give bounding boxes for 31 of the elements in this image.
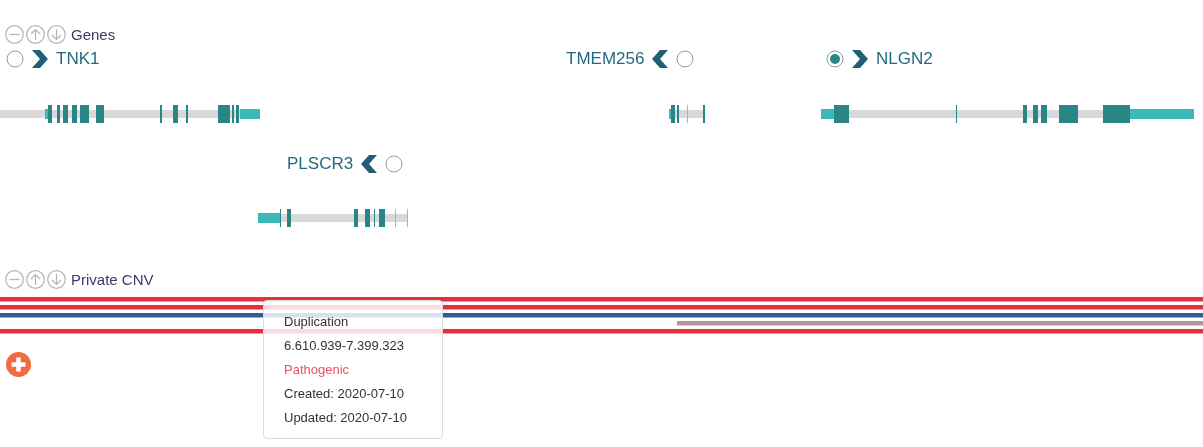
chevron-left-icon [359,154,380,174]
collapse-icon[interactable] [5,24,24,44]
move-down-icon[interactable] [47,24,66,44]
gene-label[interactable]: PLSCR3 [287,154,354,174]
track-title: Genes [71,25,116,43]
chevron-left-icon [650,49,671,69]
gene-label[interactable]: TNK1 [56,49,100,69]
gene-label[interactable]: TMEM256 [566,49,645,69]
tooltip-text: Duplication [284,313,350,331]
track-title: Private CNV [71,270,154,288]
gene-label[interactable]: NLGN2 [876,49,933,69]
tooltip-text: 6.610.939-7.399.323 [284,337,405,355]
radio-button[interactable] [6,50,24,68]
radio-button[interactable] [826,50,844,68]
radio-button[interactable] [385,155,404,173]
move-up-icon[interactable] [26,24,45,44]
radio-button[interactable] [676,50,695,68]
gene-model-drawing [669,105,706,123]
tooltip-text: Updated: 2020-07-10 [284,409,408,427]
collapse-icon[interactable] [5,269,24,289]
chevron-right-icon [850,49,870,69]
move-down-icon[interactable] [47,269,66,289]
cnv-bar[interactable] [0,297,1203,302]
move-up-icon[interactable] [26,269,45,289]
chevron-right-icon [30,49,50,69]
classification-label: Pathogenic [284,361,351,379]
tooltip-text: Created: 2020-07-10 [284,385,405,403]
cnv-bar[interactable] [0,329,1203,334]
cnv-bar[interactable] [0,313,1203,318]
cnv-bar[interactable] [0,305,1203,310]
add-icon[interactable] [6,352,31,377]
